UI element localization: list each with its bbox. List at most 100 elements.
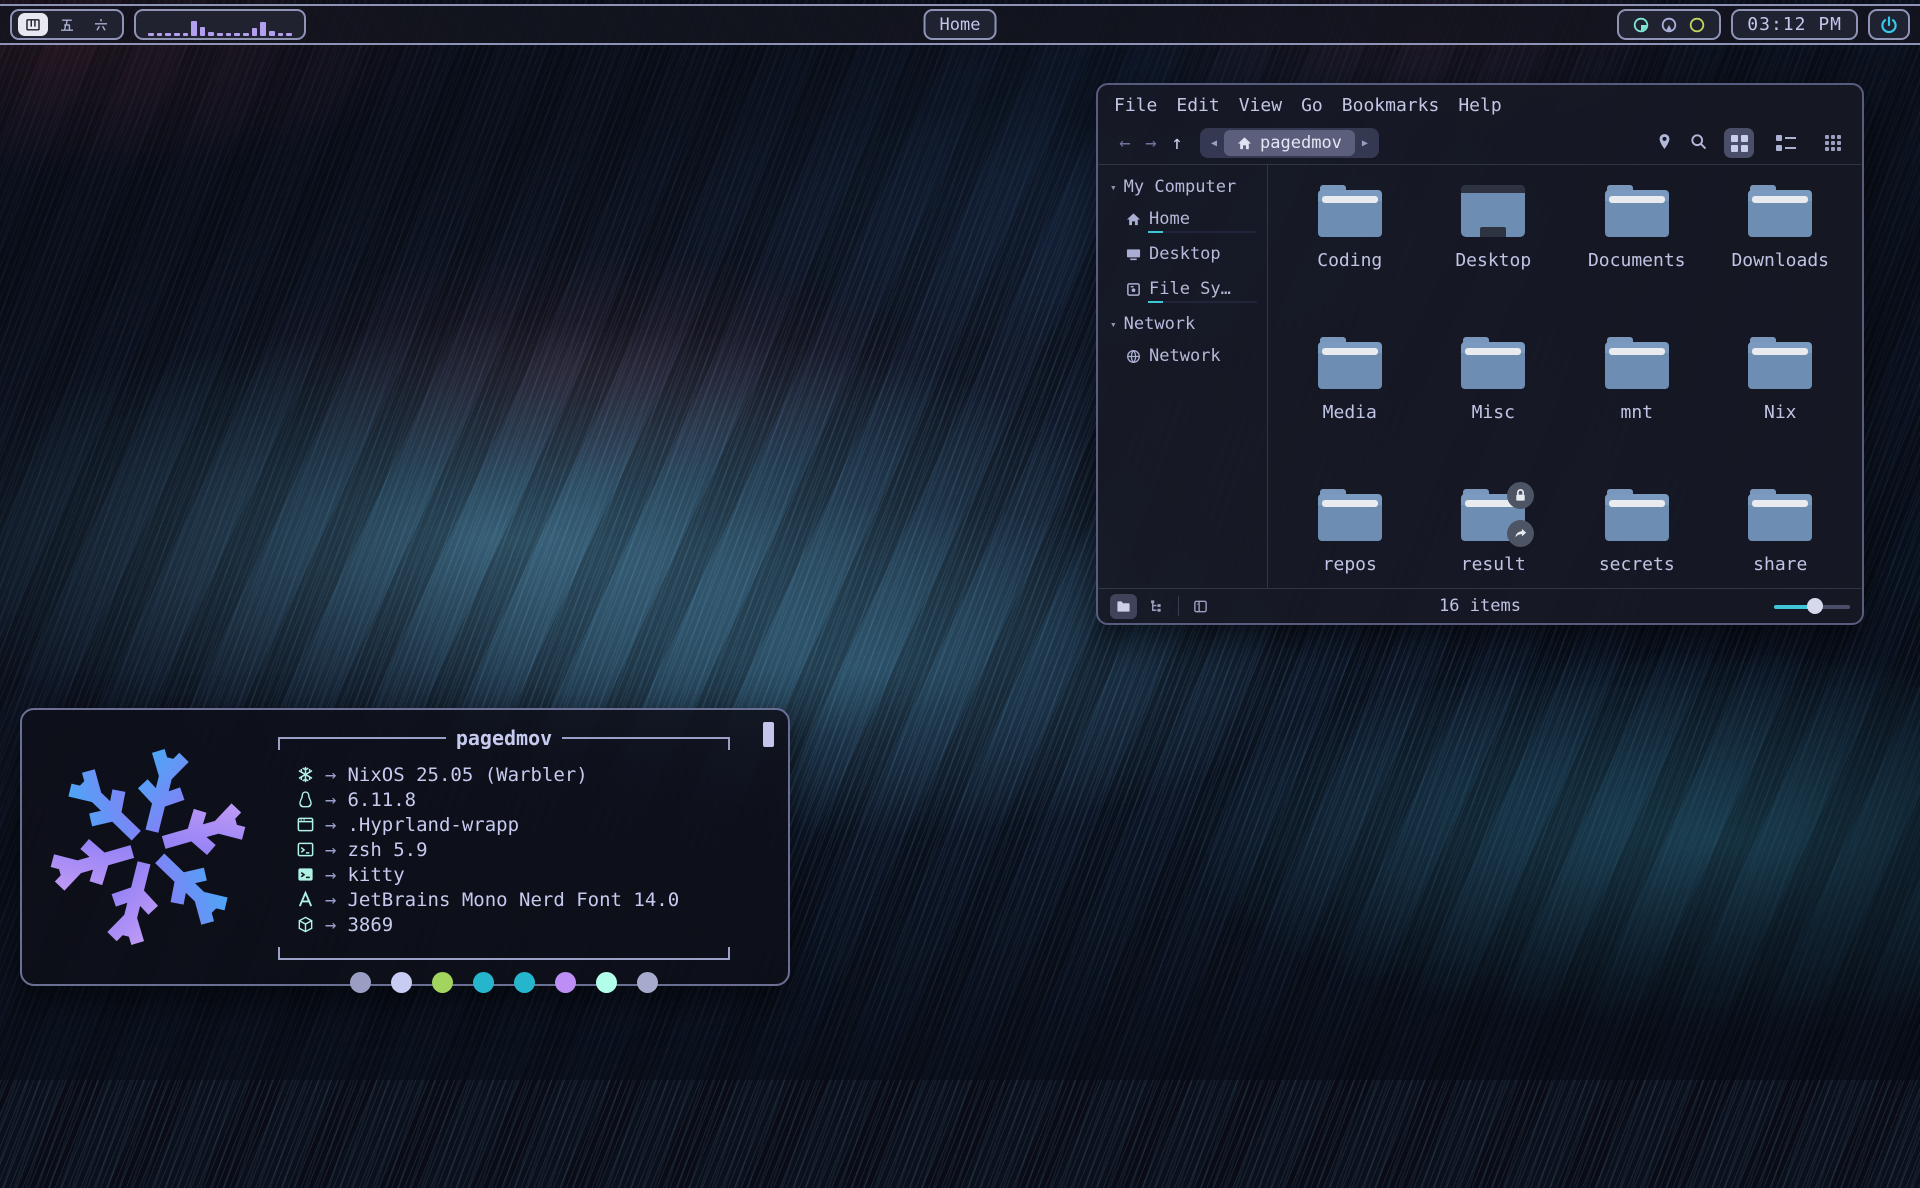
- desktop-icon: [1126, 247, 1141, 262]
- file-item-desktop[interactable]: Desktop: [1422, 169, 1566, 321]
- menu-bookmarks[interactable]: Bookmarks: [1342, 95, 1440, 116]
- file-item-documents[interactable]: Documents: [1565, 169, 1709, 321]
- item-count-text: 16 items: [1098, 596, 1862, 616]
- file-label: repos: [1323, 554, 1377, 575]
- breadcrumb-prev-icon[interactable]: ◀: [1204, 138, 1224, 149]
- workspace-glyph-si-icon: [25, 17, 41, 33]
- breadcrumb-segment-home[interactable]: pagedmov: [1224, 130, 1355, 156]
- font-icon: [296, 890, 315, 909]
- palette-dot: [473, 972, 494, 993]
- selection-underline: [1148, 301, 1257, 303]
- file-item-coding[interactable]: Coding: [1278, 169, 1422, 321]
- palette-dot: [391, 972, 412, 993]
- menu-edit[interactable]: Edit: [1176, 95, 1219, 116]
- folder-icon: [1461, 337, 1525, 389]
- folder-icon: [1748, 337, 1812, 389]
- nix-snowflake-icon: [296, 765, 315, 784]
- palette-dot: [514, 972, 535, 993]
- workspace-4-button[interactable]: [18, 13, 48, 36]
- power-button[interactable]: [1868, 9, 1910, 40]
- arrow-icon: →: [325, 814, 336, 836]
- workspace-5-button[interactable]: [52, 13, 82, 36]
- list-view-button[interactable]: [1771, 128, 1801, 158]
- fetch-row-wm: → .Hyprland-wrapp: [292, 812, 768, 837]
- toolbar-right-icons: [1656, 128, 1848, 158]
- terminal-icon: [296, 865, 315, 884]
- places-sidebar: ▾ My Computer Home Desktop Fil: [1098, 165, 1268, 588]
- compact-view-icon: [1825, 135, 1841, 151]
- folder-grid: Coding Desktop Documents Downloads Media: [1268, 165, 1862, 588]
- disk-usage-circle-icon[interactable]: [1632, 16, 1650, 34]
- folder-icon: [1748, 489, 1812, 541]
- sidebar-item-home[interactable]: Home: [1126, 209, 1257, 229]
- sidebar-item-label: File Sy…: [1149, 279, 1231, 299]
- breadcrumb-next-icon[interactable]: ▶: [1355, 138, 1375, 149]
- home-icon: [1126, 212, 1141, 227]
- menu-bar: File Edit View Go Bookmarks Help: [1098, 85, 1862, 122]
- icon-view-button[interactable]: [1724, 128, 1754, 158]
- sidebar-group-network[interactable]: ▾ Network: [1110, 314, 1267, 334]
- folder-icon: [1318, 185, 1382, 237]
- file-label: Misc: [1472, 402, 1515, 423]
- forward-button[interactable]: →: [1138, 132, 1164, 154]
- file-item-mnt[interactable]: mnt: [1565, 321, 1709, 473]
- file-item-media[interactable]: Media: [1278, 321, 1422, 473]
- file-item-downloads[interactable]: Downloads: [1709, 169, 1853, 321]
- terminal-color-palette: [278, 972, 730, 993]
- active-window-title[interactable]: Home: [924, 9, 997, 40]
- top-bar: Home 03:12 PM: [0, 4, 1920, 45]
- toolbar: ← → ↑ ◀ pagedmov ▶: [1098, 122, 1862, 164]
- fetch-row-os: → NixOS 25.05 (Warbler): [292, 762, 768, 787]
- slider-thumb[interactable]: [1807, 598, 1823, 614]
- audio-visualizer-module: [134, 9, 306, 40]
- file-label: Documents: [1588, 250, 1686, 271]
- symlink-emblem-icon: [1507, 520, 1534, 547]
- fetch-row-terminal: → kitty: [292, 862, 768, 887]
- clock-module[interactable]: 03:12 PM: [1731, 9, 1858, 40]
- file-item-misc[interactable]: Misc: [1422, 321, 1566, 473]
- file-label: Media: [1323, 402, 1377, 423]
- file-label: Coding: [1317, 250, 1382, 271]
- file-label: secrets: [1599, 554, 1675, 575]
- system-indicators: [1617, 9, 1721, 40]
- file-label: mnt: [1620, 402, 1653, 423]
- menu-file[interactable]: File: [1114, 95, 1157, 116]
- clock-text: 03:12 PM: [1747, 14, 1842, 35]
- filesystem-icon: [1126, 282, 1141, 297]
- palette-dot: [432, 972, 453, 993]
- location-pin-button[interactable]: [1656, 133, 1673, 154]
- memory-usage-circle-icon[interactable]: [1660, 16, 1678, 34]
- folder-icon: [1605, 337, 1669, 389]
- file-label: share: [1753, 554, 1807, 575]
- file-item-nix[interactable]: Nix: [1709, 321, 1853, 473]
- arrow-icon: →: [325, 764, 336, 786]
- file-label: Downloads: [1731, 250, 1829, 271]
- status-circle-icon[interactable]: [1688, 16, 1706, 34]
- palette-dot: [596, 972, 617, 993]
- search-button[interactable]: [1690, 133, 1707, 154]
- sidebar-group-my-computer[interactable]: ▾ My Computer: [1110, 177, 1267, 197]
- fetch-box-bottom: [278, 947, 730, 960]
- up-button[interactable]: ↑: [1164, 132, 1190, 154]
- menu-help[interactable]: Help: [1458, 95, 1501, 116]
- sidebar-item-network[interactable]: Network: [1126, 346, 1257, 366]
- topbar-right-modules: 03:12 PM: [1617, 9, 1910, 40]
- packages-icon: [296, 915, 315, 934]
- menu-go[interactable]: Go: [1301, 95, 1323, 116]
- compact-view-button[interactable]: [1818, 128, 1848, 158]
- back-button[interactable]: ←: [1112, 132, 1138, 154]
- sidebar-group-label: Network: [1124, 314, 1196, 334]
- zoom-slider[interactable]: [1774, 598, 1850, 614]
- globe-icon: [1126, 349, 1141, 364]
- arrow-icon: →: [325, 789, 336, 811]
- file-label: Nix: [1764, 402, 1797, 423]
- menu-view[interactable]: View: [1239, 95, 1282, 116]
- lock-emblem-icon: [1507, 482, 1534, 509]
- folder-icon: [1605, 489, 1669, 541]
- sidebar-item-filesystem[interactable]: File Sy…: [1126, 279, 1257, 299]
- fetch-row-kernel: → 6.11.8: [292, 787, 768, 812]
- sidebar-group-label: My Computer: [1124, 177, 1237, 197]
- sidebar-item-desktop[interactable]: Desktop: [1126, 244, 1257, 264]
- workspace-glyph-liu-icon: [93, 17, 109, 33]
- workspace-6-button[interactable]: [86, 13, 116, 36]
